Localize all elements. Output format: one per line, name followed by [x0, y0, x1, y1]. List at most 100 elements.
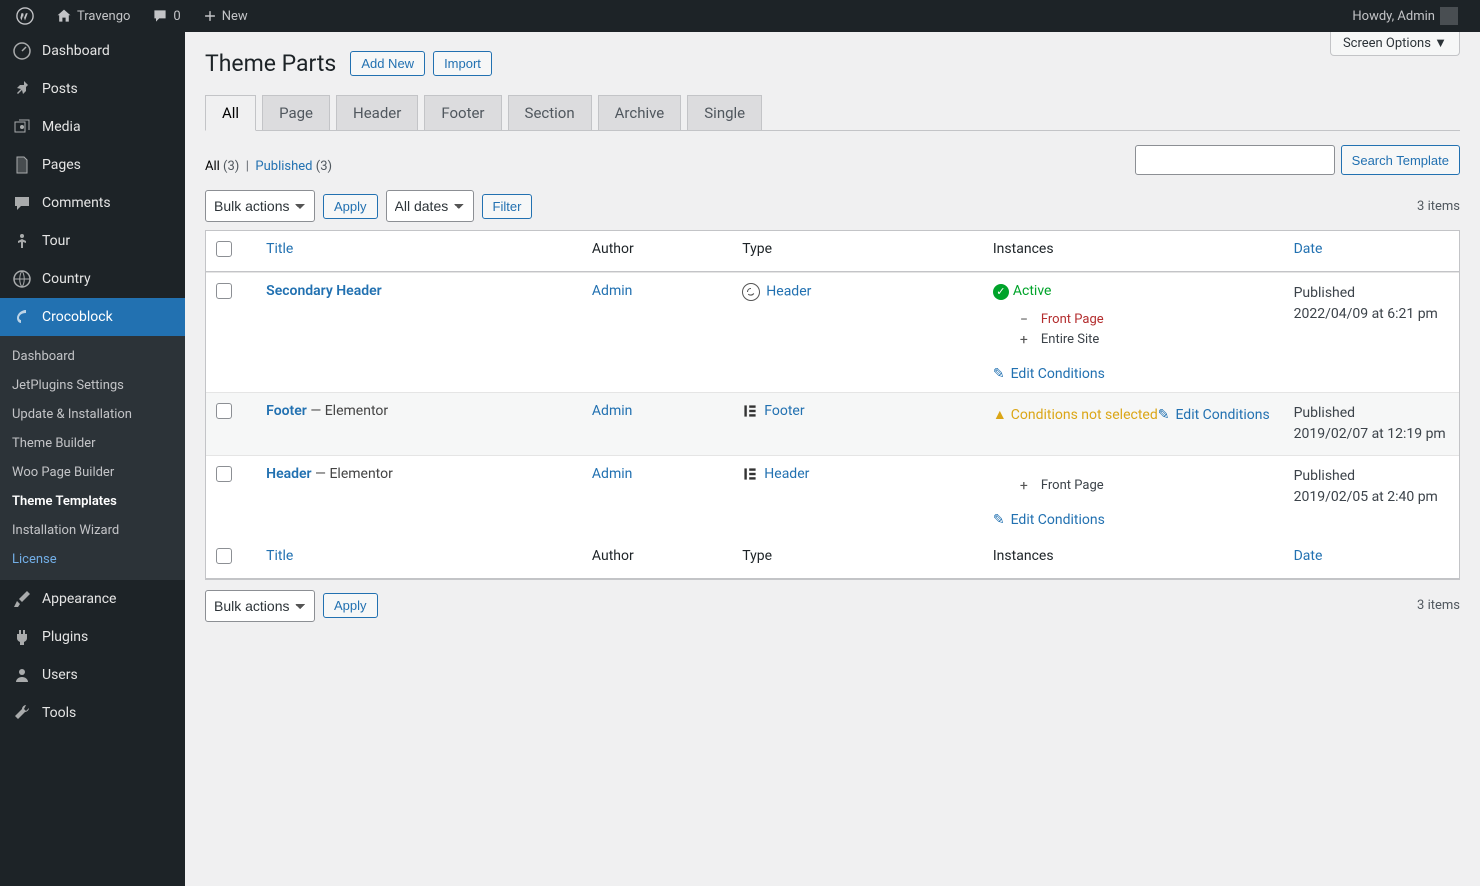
conditions-list: −Front Page+Entire Site: [1017, 310, 1274, 350]
tab-single[interactable]: Single: [687, 95, 762, 130]
sidebar-item-plugins[interactable]: Plugins: [0, 618, 185, 656]
submenu: DashboardJetPlugins SettingsUpdate & Ins…: [0, 336, 185, 580]
import-button[interactable]: Import: [433, 51, 492, 76]
media-icon: [12, 117, 32, 137]
tablenav-bottom: Bulk actions Apply 3 items: [205, 590, 1460, 622]
dashboard-icon: [12, 41, 32, 61]
sidebar-item-country[interactable]: Country: [0, 260, 185, 298]
row-title-suffix: — Elementor: [312, 466, 393, 482]
sidebar-item-label: Pages: [42, 157, 81, 173]
status-all[interactable]: All (3): [205, 159, 239, 174]
submenu-item[interactable]: Installation Wizard: [0, 516, 185, 545]
bulk-actions-select[interactable]: Bulk actions: [205, 190, 315, 222]
tab-page[interactable]: Page: [262, 95, 330, 130]
check-icon: ✓: [993, 284, 1009, 300]
search-input[interactable]: [1135, 145, 1335, 175]
tab-section[interactable]: Section: [508, 95, 592, 130]
row-title-link[interactable]: Secondary Header: [266, 283, 382, 299]
submenu-item[interactable]: Update & Installation: [0, 400, 185, 429]
submenu-item[interactable]: Theme Builder: [0, 429, 185, 458]
sidebar-item-comments[interactable]: Comments: [0, 184, 185, 222]
plus-icon: +: [1017, 478, 1031, 494]
filter-button[interactable]: Filter: [482, 194, 533, 219]
table-row: Footer — ElementorAdminFooter▲Conditions…: [206, 392, 1459, 455]
submenu-item[interactable]: Dashboard: [0, 342, 185, 371]
page-header: Theme Parts Add New Import: [205, 32, 1330, 77]
submenu-item[interactable]: License: [0, 545, 185, 574]
screen-options-toggle[interactable]: Screen Options ▼: [1330, 32, 1460, 56]
select-all-bottom[interactable]: [216, 548, 232, 564]
apply-button-top[interactable]: Apply: [323, 194, 378, 219]
sidebar-item-tools[interactable]: Tools: [0, 694, 185, 732]
edit-conditions-label: Edit Conditions: [1175, 407, 1269, 423]
elementor-icon: [742, 403, 758, 419]
sidebar-item-label: Dashboard: [42, 43, 110, 59]
search-button[interactable]: Search Template: [1341, 145, 1460, 175]
sidebar-item-tour[interactable]: Tour: [0, 222, 185, 260]
submenu-item[interactable]: Woo Page Builder: [0, 458, 185, 487]
new-link[interactable]: New: [195, 0, 256, 32]
comments-link[interactable]: 0: [144, 0, 188, 32]
new-label: New: [222, 9, 248, 24]
author-link[interactable]: Admin: [592, 283, 632, 299]
bulk-actions-select-bottom[interactable]: Bulk actions: [205, 590, 315, 622]
author-link[interactable]: Admin: [592, 403, 632, 419]
row-title-link[interactable]: Header: [266, 466, 311, 482]
main-content: Screen Options ▼ Theme Parts Add New Imp…: [185, 32, 1480, 886]
edit-conditions-link[interactable]: ✎Edit Conditions: [993, 366, 1105, 382]
comment-icon: [12, 193, 32, 213]
condition-label: Entire Site: [1041, 332, 1099, 347]
tab-footer[interactable]: Footer: [424, 95, 501, 130]
col-type-foot: Type: [732, 538, 983, 579]
edit-conditions-link[interactable]: ✎Edit Conditions: [993, 512, 1105, 528]
site-link[interactable]: Travengo: [48, 0, 138, 32]
sidebar-item-appearance[interactable]: Appearance: [0, 580, 185, 618]
type-link[interactable]: Header: [764, 466, 809, 482]
home-icon: [56, 8, 72, 24]
submenu-item[interactable]: JetPlugins Settings: [0, 371, 185, 400]
status-filter: All (3) | Published (3): [205, 159, 1115, 174]
brush-icon: [12, 589, 32, 609]
row-checkbox[interactable]: [216, 283, 232, 299]
status-text[interactable]: Conditions not selected: [1011, 407, 1158, 423]
row-title-link[interactable]: Footer: [266, 403, 307, 419]
row-checkbox[interactable]: [216, 403, 232, 419]
type-link[interactable]: Footer: [764, 403, 804, 419]
col-title-foot[interactable]: Title: [256, 538, 582, 579]
sidebar-item-crocoblock[interactable]: Crocoblock: [0, 298, 185, 336]
wp-logo[interactable]: [8, 0, 42, 32]
page-title: Theme Parts: [205, 50, 336, 77]
sidebar-item-dashboard[interactable]: Dashboard: [0, 32, 185, 70]
sidebar-item-label: Appearance: [42, 591, 116, 607]
plus-icon: +: [1017, 332, 1031, 348]
add-new-button[interactable]: Add New: [350, 51, 425, 76]
admin-sidebar: Dashboard PostsMedia Pages CommentsTourCoun…: [0, 32, 185, 886]
sidebar-item-pages[interactable]: Pages: [0, 146, 185, 184]
howdy[interactable]: Howdy, Admin: [1344, 0, 1466, 32]
croco-icon: [12, 307, 32, 327]
tab-archive[interactable]: Archive: [598, 95, 682, 130]
author-link[interactable]: Admin: [592, 466, 632, 482]
select-all-top[interactable]: [216, 241, 232, 257]
wrench-icon: [12, 703, 32, 723]
col-type: Type: [732, 231, 983, 272]
sidebar-item-media[interactable]: Media: [0, 108, 185, 146]
date-filter-select[interactable]: All dates: [386, 190, 474, 222]
sidebar-item-posts[interactable]: Posts: [0, 70, 185, 108]
col-date[interactable]: Date: [1284, 231, 1459, 272]
col-date-foot[interactable]: Date: [1284, 538, 1459, 579]
edit-conditions-link[interactable]: ✎Edit Conditions: [1158, 407, 1270, 423]
row-checkbox[interactable]: [216, 466, 232, 482]
col-title[interactable]: Title: [256, 231, 582, 272]
apply-button-bottom[interactable]: Apply: [323, 593, 378, 618]
tab-all[interactable]: All: [205, 95, 256, 131]
conditions-list: +Front Page: [1017, 476, 1274, 496]
submenu-item[interactable]: Theme Templates: [0, 487, 185, 516]
type-link[interactable]: Header: [766, 284, 811, 300]
tab-header[interactable]: Header: [336, 95, 418, 130]
item-count-top: 3 items: [1417, 199, 1460, 214]
comment-icon: [152, 8, 168, 24]
condition-row: +Front Page: [1017, 476, 1274, 496]
status-published[interactable]: Published (3): [255, 159, 332, 174]
sidebar-item-users[interactable]: Users: [0, 656, 185, 694]
